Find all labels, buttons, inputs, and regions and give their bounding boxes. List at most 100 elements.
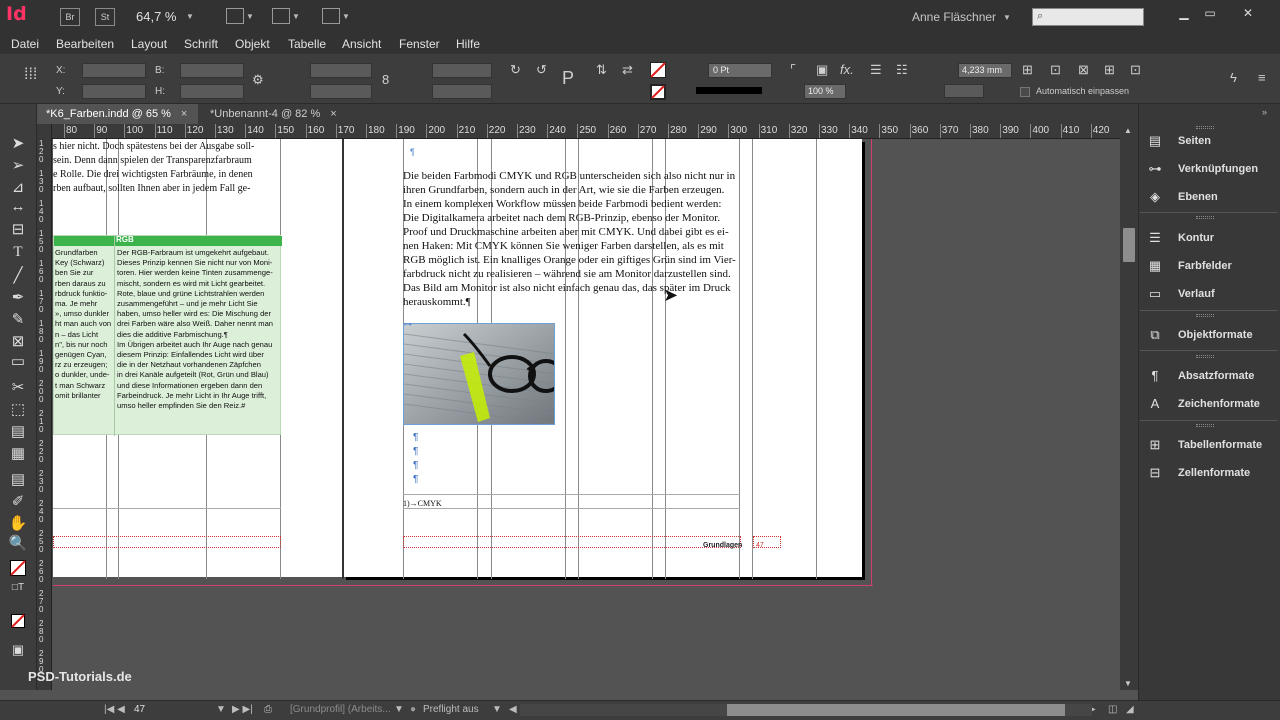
rotation-field[interactable] bbox=[432, 63, 492, 78]
panel-grip[interactable] bbox=[1196, 355, 1214, 358]
right-page[interactable]: ¶ Die beiden Farbmodi CMYK und RGB unter… bbox=[343, 139, 862, 579]
scale-y-field[interactable] bbox=[310, 84, 372, 99]
align-top-icon[interactable]: ☰ bbox=[870, 62, 882, 78]
y-field[interactable] bbox=[82, 84, 146, 99]
panel-menu-icon[interactable]: ≡ bbox=[1258, 70, 1266, 85]
auto-fit-checkbox[interactable] bbox=[1020, 87, 1030, 97]
scissors-tool-icon[interactable]: ✂ bbox=[8, 378, 28, 396]
rotate-ccw-icon[interactable]: ↺ bbox=[536, 62, 547, 78]
open-page-icon[interactable]: ⎙ bbox=[264, 704, 272, 715]
fill-stroke-swatch-icon[interactable] bbox=[10, 560, 26, 576]
fill-frame-icon[interactable]: ⊞ bbox=[1104, 62, 1115, 78]
panel-grip[interactable] bbox=[1196, 314, 1214, 317]
panel-verlauf[interactable]: ▭ Verlauf bbox=[1146, 283, 1276, 305]
flip-v-icon[interactable]: ⇄ bbox=[622, 62, 633, 78]
fill-swatch-icon[interactable] bbox=[650, 62, 666, 78]
user-caret-icon[interactable]: ▼ bbox=[1003, 13, 1011, 22]
profile-dropdown-icon[interactable]: ▼ bbox=[394, 704, 404, 715]
maximize-icon[interactable]: ▭ bbox=[1202, 6, 1218, 20]
hand-tool-icon[interactable]: ✋ bbox=[8, 514, 28, 532]
panel-grip[interactable] bbox=[1196, 216, 1214, 219]
preflight-status[interactable]: Preflight aus bbox=[423, 704, 479, 715]
reference-point-icon[interactable]: ⁞⁞⁞ bbox=[24, 66, 37, 84]
stock-button[interactable]: St bbox=[95, 8, 115, 26]
zoom-dropdown-icon[interactable]: ▼ bbox=[186, 12, 194, 21]
constrain-proportions-icon[interactable]: ⚙ bbox=[252, 72, 264, 88]
scroll-left-icon[interactable]: ◀ bbox=[509, 704, 517, 715]
caption-cmyk[interactable]: 1)→CMYK bbox=[403, 499, 442, 508]
eyedropper-tool-icon[interactable]: ✐ bbox=[8, 492, 28, 510]
arrange-caret-icon[interactable]: ▼ bbox=[342, 12, 350, 21]
split-layout-icon[interactable]: ◫ bbox=[1108, 704, 1117, 715]
zoom-level[interactable]: 64,7 % bbox=[136, 9, 176, 24]
menu-objekt[interactable]: Objekt bbox=[235, 37, 270, 51]
panel-objektformate[interactable]: ⧉ Objektformate bbox=[1146, 324, 1276, 346]
frame-fitting-dropdown[interactable] bbox=[944, 84, 984, 98]
rectangle-tool-icon[interactable]: ▭ bbox=[8, 352, 28, 370]
line-tool-icon[interactable]: ╱ bbox=[8, 266, 28, 284]
preflight-dropdown-icon[interactable]: ▼ bbox=[492, 704, 502, 715]
pen-tool-icon[interactable]: ✒ bbox=[8, 288, 28, 306]
shadow-icon[interactable]: ▣ bbox=[816, 62, 828, 78]
center-content-icon[interactable]: ⊠ bbox=[1078, 62, 1089, 78]
apply-none-icon[interactable] bbox=[11, 614, 25, 628]
panel-absatzformate[interactable]: ¶ Absatzformate bbox=[1146, 365, 1276, 387]
menu-tabelle[interactable]: Tabelle bbox=[288, 37, 326, 51]
arrange-documents-icon[interactable] bbox=[322, 8, 340, 24]
panel-zeichenformate[interactable]: A Zeichenformate bbox=[1146, 393, 1276, 415]
chain-link-icon[interactable]: ⊶ bbox=[403, 319, 412, 330]
left-page[interactable]: s hier nicht. Doch spätestens bei der Au… bbox=[53, 139, 343, 579]
height-field[interactable] bbox=[180, 84, 244, 99]
link-scale-icon[interactable]: 8 bbox=[382, 72, 389, 87]
menu-schrift[interactable]: Schrift bbox=[184, 37, 218, 51]
align-center-icon[interactable]: ☷ bbox=[896, 62, 908, 78]
panel-ebenen[interactable]: ◈ Ebenen bbox=[1146, 186, 1276, 208]
panel-verknuepfungen[interactable]: ⊶ Verknüpfungen bbox=[1146, 158, 1276, 180]
stroke-type-line[interactable] bbox=[696, 87, 762, 94]
screen-mode-tool-icon[interactable]: ▣ bbox=[8, 642, 28, 660]
menu-bearbeiten[interactable]: Bearbeiten bbox=[56, 37, 114, 51]
page-tool-icon[interactable]: ⊿ bbox=[8, 178, 28, 196]
rectangle-frame-tool-icon[interactable]: ⊠ bbox=[8, 332, 28, 350]
corner-options-icon[interactable]: ⌜ bbox=[790, 62, 796, 78]
panel-seiten[interactable]: ▤ Seiten bbox=[1146, 130, 1276, 152]
direct-selection-tool-icon[interactable]: ➢ bbox=[8, 156, 28, 174]
text-frame-icon[interactable]: P bbox=[562, 68, 574, 89]
x-field[interactable] bbox=[82, 63, 146, 78]
footer-frame[interactable] bbox=[53, 536, 281, 548]
flip-h-icon[interactable]: ⇅ bbox=[596, 62, 607, 78]
free-transform-tool-icon[interactable]: ⬚ bbox=[8, 400, 28, 418]
size-field[interactable]: 4,233 mm bbox=[958, 63, 1012, 78]
page-number-field[interactable]: 47 bbox=[134, 704, 145, 715]
effects-icon[interactable]: fx. bbox=[840, 62, 854, 77]
scroll-down-icon[interactable]: ▼ bbox=[1124, 679, 1132, 688]
fit-proportionally-icon[interactable]: ⊡ bbox=[1130, 62, 1141, 78]
tab-unbenannt-4[interactable]: *Unbenannt-4 @ 82 % × bbox=[200, 104, 360, 124]
shear-field[interactable] bbox=[432, 84, 492, 99]
zoom-tool-icon[interactable]: 🔍 bbox=[8, 534, 28, 552]
pencil-tool-icon[interactable]: ✎ bbox=[8, 310, 28, 328]
note-tool-icon[interactable]: ▤ bbox=[8, 470, 28, 488]
formatting-affects-container-icon[interactable]: □T bbox=[8, 582, 28, 600]
selection-tool-icon[interactable]: ➤ bbox=[8, 134, 28, 152]
panel-grip[interactable] bbox=[1196, 126, 1214, 129]
collapse-dock-icon[interactable]: » bbox=[1262, 107, 1267, 117]
menu-layout[interactable]: Layout bbox=[131, 37, 167, 51]
menu-datei[interactable]: Datei bbox=[11, 37, 39, 51]
horizontal-scroll-thumb[interactable] bbox=[727, 704, 1065, 716]
gap-tool-icon[interactable]: ↔ bbox=[8, 198, 28, 216]
next-page-icon[interactable]: ▶ ▶| bbox=[232, 704, 253, 715]
scale-x-field[interactable] bbox=[310, 63, 372, 78]
panel-tabellenformate[interactable]: ⊞ Tabellenformate bbox=[1146, 434, 1276, 456]
image-frame-glasses[interactable] bbox=[403, 323, 555, 425]
panel-zellenformate[interactable]: ⊟ Zellenformate bbox=[1146, 462, 1276, 484]
fit-frame-icon[interactable]: ⊡ bbox=[1050, 62, 1061, 78]
panel-grip[interactable] bbox=[1196, 424, 1214, 427]
right-body-text[interactable]: Die beiden Farbmodi CMYK und RGB untersc… bbox=[403, 169, 741, 309]
content-collector-icon[interactable]: ⊟ bbox=[8, 220, 28, 238]
rotate-cw-icon[interactable]: ↻ bbox=[510, 62, 521, 78]
scroll-up-icon[interactable]: ▲ bbox=[1124, 126, 1132, 135]
view-caret-icon[interactable]: ▼ bbox=[246, 12, 254, 21]
help-search-input[interactable]: ⌕ bbox=[1032, 8, 1144, 26]
color-table[interactable]: RGB Grundfarben Key (Schwarz) ben Sie zur r… bbox=[53, 235, 282, 436]
